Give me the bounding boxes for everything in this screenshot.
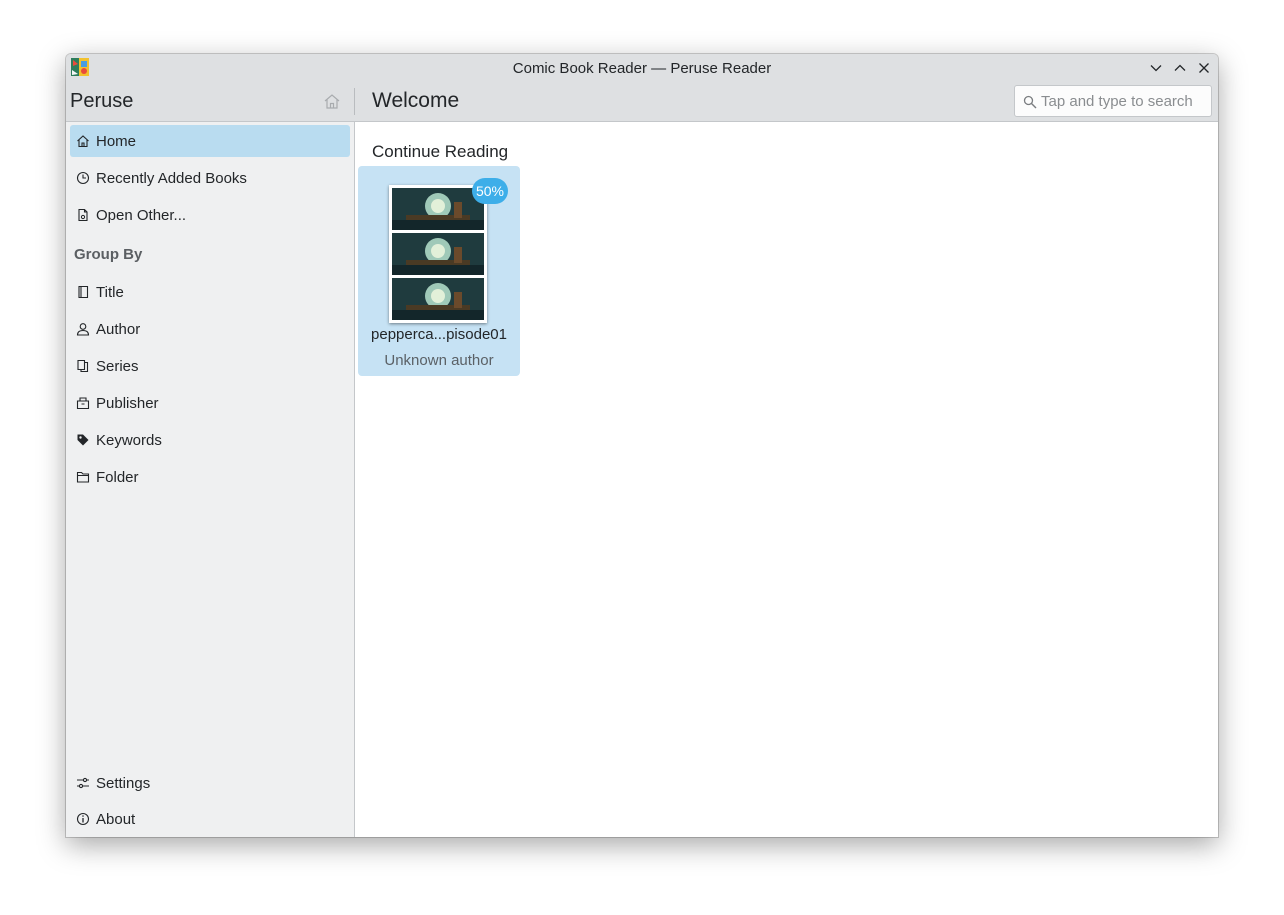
publisher-icon	[76, 397, 90, 410]
chevron-down-icon	[1150, 65, 1162, 72]
sidebar-item-publisher[interactable]: Publisher	[70, 387, 350, 419]
sidebar-item-author[interactable]: Author	[70, 313, 350, 345]
sidebar-item-home[interactable]: Home	[70, 125, 350, 157]
title-bar[interactable]: Comic Book Reader — Peruse Reader	[66, 54, 1218, 82]
clock-icon	[76, 171, 90, 185]
search-field[interactable]	[1014, 85, 1212, 117]
app-window: Comic Book Reader — Peruse Reader Peruse…	[66, 54, 1218, 837]
sidebar-item-title[interactable]: Title	[70, 276, 350, 308]
sidebar-item-label: Title	[96, 283, 124, 301]
user-icon	[76, 323, 90, 336]
app-name: Peruse	[70, 90, 134, 112]
sidebar-item-label: Folder	[96, 468, 139, 486]
tag-icon	[77, 434, 89, 446]
sidebar-item-label: Settings	[96, 774, 151, 792]
sidebar-item-label: Series	[96, 357, 139, 375]
sidebar-item-label: Author	[96, 320, 141, 338]
search-input[interactable]	[1041, 88, 1207, 114]
cover-panel-image	[392, 278, 484, 320]
sidebar-item-about[interactable]: About	[70, 803, 350, 835]
sidebar-item-keywords[interactable]: Keywords	[70, 424, 350, 456]
book-card[interactable]: 50% pepperca...pisode01 Unknown author	[358, 166, 520, 376]
chevron-up-icon	[1174, 64, 1186, 71]
sidebar-item-folder[interactable]: Folder	[70, 461, 350, 493]
maximize-button[interactable]	[1170, 58, 1190, 78]
toolbar-divider	[354, 88, 355, 115]
sidebar-item-label: Keywords	[96, 431, 162, 449]
home-icon	[77, 135, 89, 148]
sidebar-item-label: Publisher	[96, 394, 159, 412]
app-icon	[71, 58, 89, 76]
window-title: Comic Book Reader — Peruse Reader	[512, 59, 772, 77]
sidebar-item-label: Open Other...	[96, 206, 187, 224]
sidebar-item-label: Home	[96, 132, 137, 150]
page-title: Welcome	[372, 89, 460, 112]
info-icon	[76, 812, 90, 826]
progress-badge: 50%	[472, 178, 508, 204]
folder-icon	[76, 471, 90, 483]
close-icon	[1199, 63, 1209, 73]
sidebar-item-open-other[interactable]: Open Other...	[70, 199, 350, 231]
document-open-icon	[78, 208, 88, 222]
sidebar-item-label: Recently Added Books	[96, 169, 247, 187]
main-content: Continue Reading 50% pepperca...pisode01…	[355, 122, 1218, 837]
book-title: pepperca...pisode01	[371, 326, 507, 343]
cover-panel-image	[392, 233, 484, 275]
search-icon	[1023, 95, 1037, 109]
group-by-header: Group By	[74, 246, 143, 263]
cover-panel-image	[392, 188, 484, 230]
settings-icon	[77, 777, 89, 789]
sidebar-item-label: About	[96, 810, 136, 828]
series-icon	[77, 359, 89, 373]
home-icon[interactable]	[323, 92, 341, 110]
sidebar-item-series[interactable]: Series	[70, 350, 350, 382]
sidebar: Home Recently Added Books Open Other... …	[66, 122, 355, 837]
book-cover	[389, 185, 487, 323]
book-author: Unknown author	[384, 352, 494, 369]
sidebar-item-settings[interactable]: Settings	[70, 767, 350, 799]
close-button[interactable]	[1194, 58, 1214, 78]
sidebar-item-recently-added[interactable]: Recently Added Books	[70, 162, 350, 194]
continue-reading-title: Continue Reading	[372, 142, 509, 161]
header-toolbar: Peruse Welcome	[66, 82, 1218, 122]
minimize-button[interactable]	[1146, 58, 1166, 78]
title-icon	[78, 285, 89, 299]
